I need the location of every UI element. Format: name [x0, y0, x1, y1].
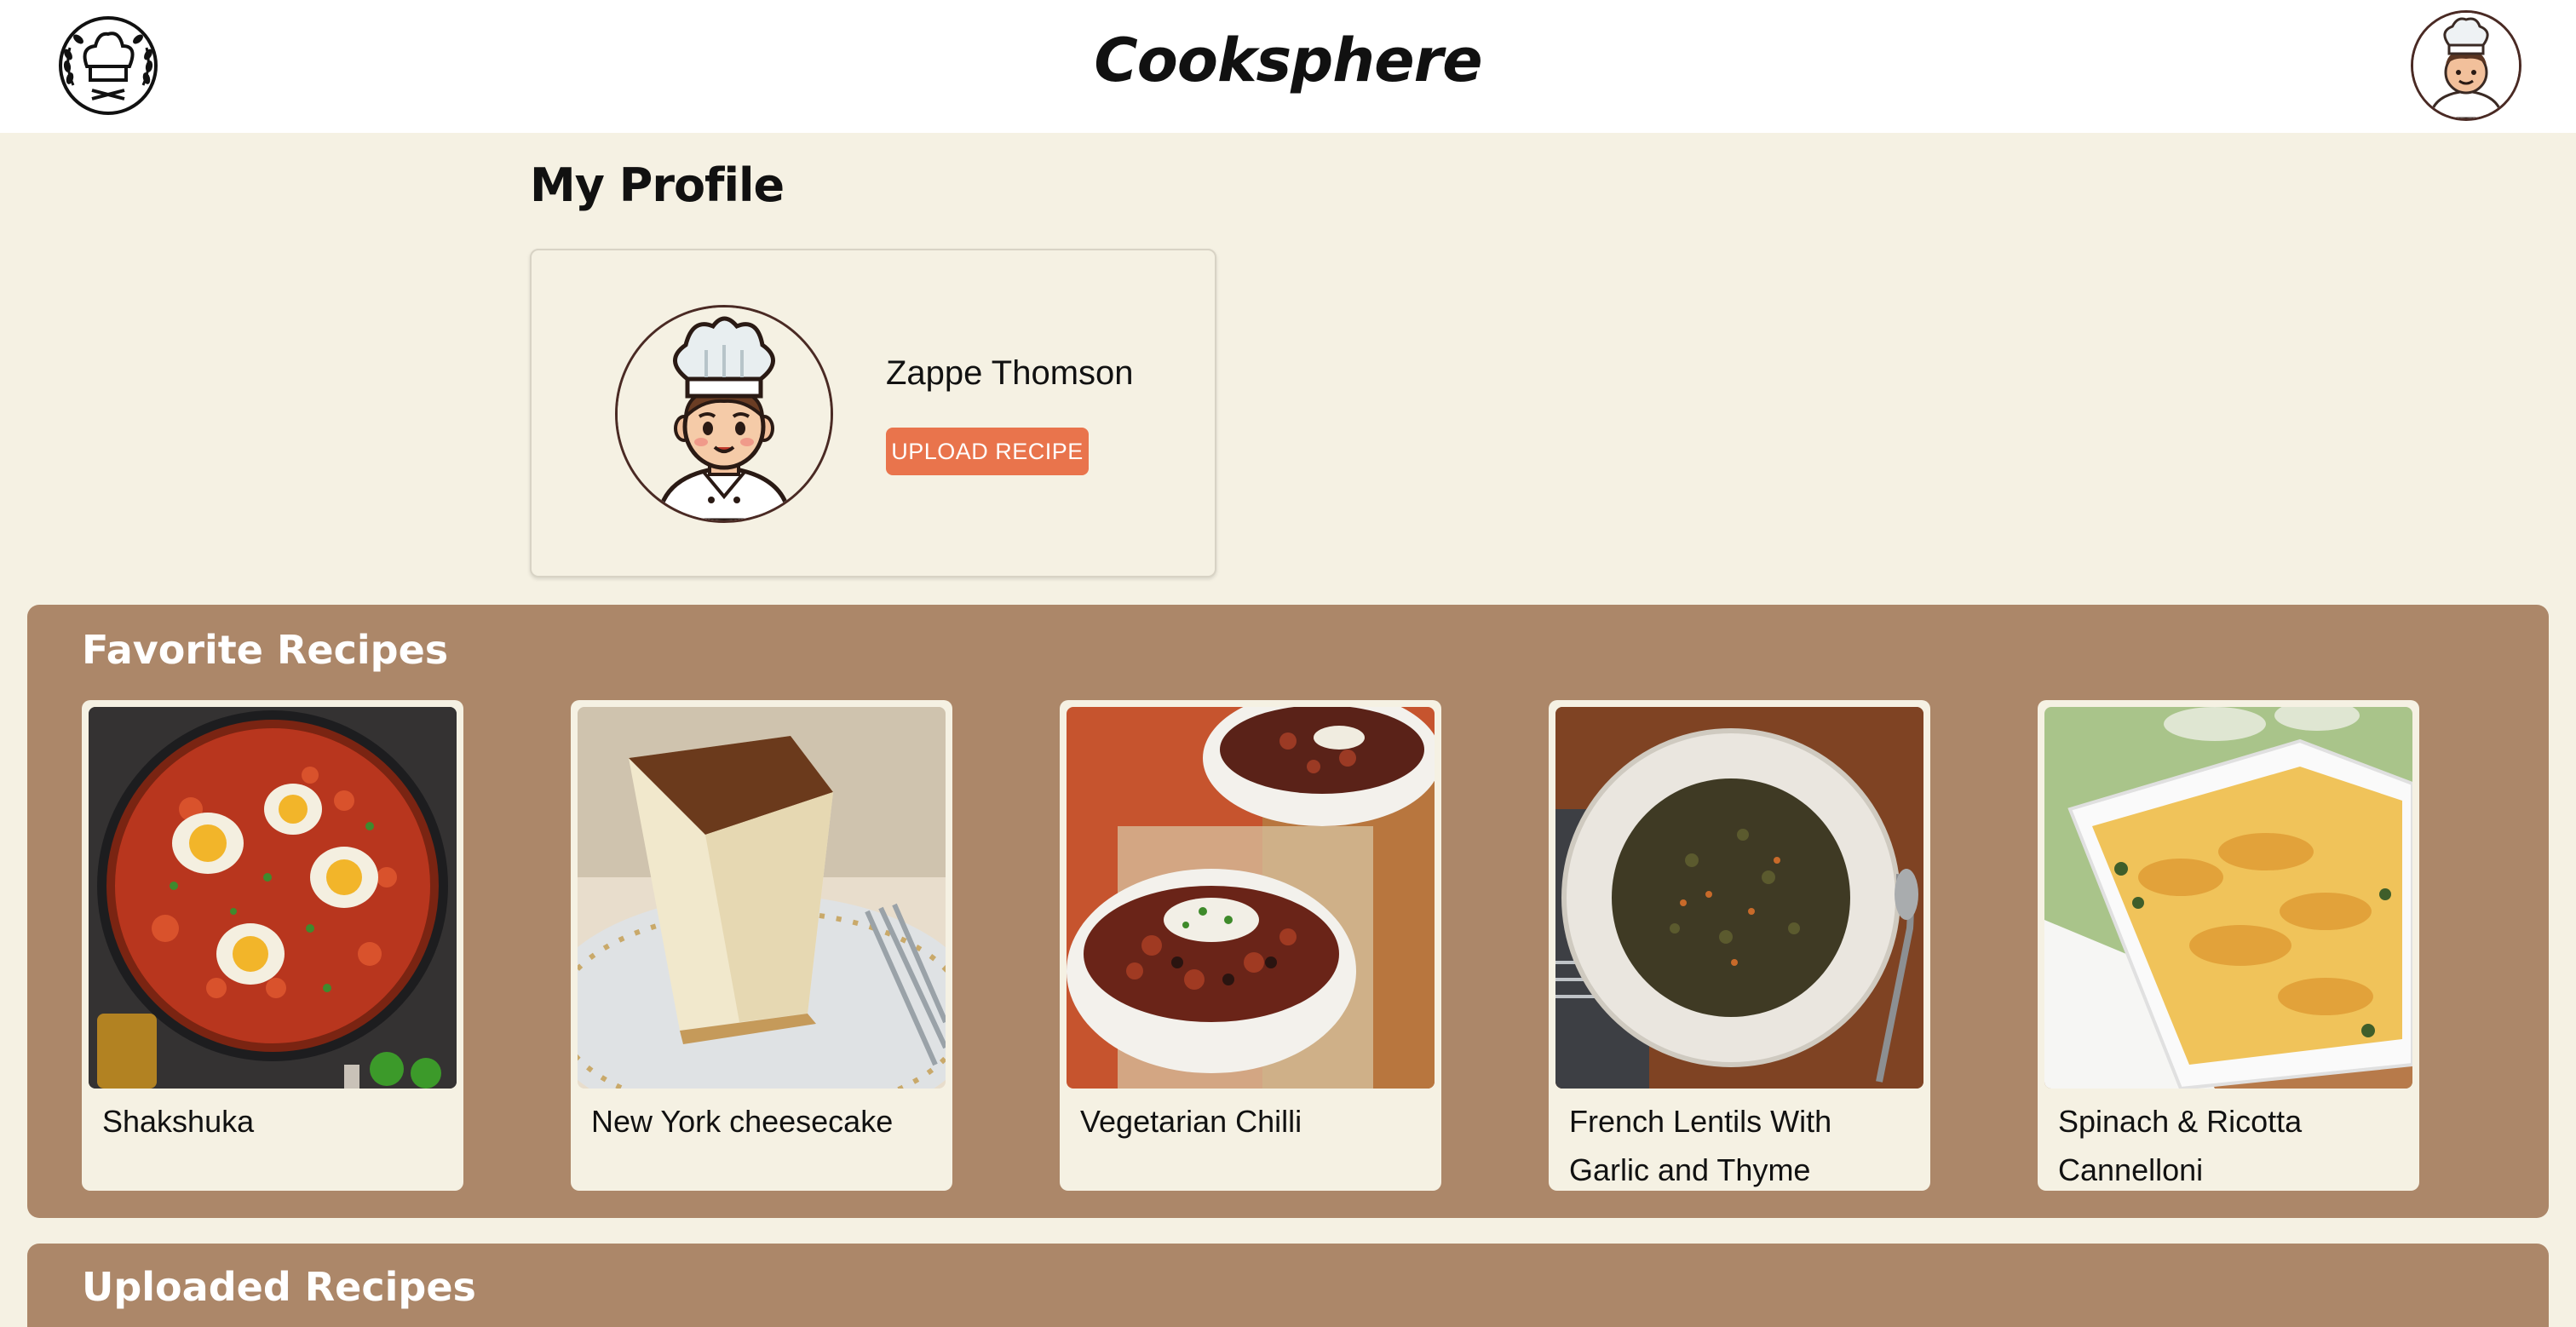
recipe-card[interactable]: Spinach & Ricotta Cannelloni — [2038, 700, 2419, 1191]
app-title[interactable]: Cooksphere — [0, 26, 2576, 95]
page-title: My Profile — [530, 158, 785, 212]
chef-avatar-icon[interactable] — [2411, 10, 2521, 121]
recipe-card[interactable]: French Lentils With Garlic and Thyme — [1549, 700, 1930, 1191]
recipe-name: Vegetarian Chilli — [1080, 1104, 1302, 1139]
favorite-recipes-section: Favorite Recipes Shakshuka New York chee… — [27, 605, 2549, 1218]
section-title: Uploaded Recipes — [82, 1264, 476, 1310]
top-header: Cooksphere — [0, 0, 2576, 133]
profile-card: Zappe Thomson UPLOAD RECIPE — [530, 249, 1216, 577]
upload-recipe-button[interactable]: UPLOAD RECIPE — [886, 428, 1089, 475]
recipe-image — [578, 707, 946, 1089]
recipe-card[interactable]: New York cheesecake — [571, 700, 952, 1191]
recipe-name: French Lentils With Garlic and Thyme — [1569, 1104, 1832, 1187]
section-title: Favorite Recipes — [82, 627, 449, 673]
recipe-image — [1067, 707, 1435, 1089]
recipe-image — [2044, 707, 2412, 1089]
recipe-card[interactable]: Vegetarian Chilli — [1060, 700, 1441, 1191]
recipe-name: New York cheesecake — [591, 1104, 894, 1139]
chef-avatar-icon — [615, 305, 833, 523]
uploaded-recipes-section: Uploaded Recipes — [27, 1244, 2549, 1327]
recipe-image — [89, 707, 457, 1089]
recipe-image — [1555, 707, 1923, 1089]
recipe-name: Spinach & Ricotta Cannelloni — [2058, 1104, 2303, 1187]
profile-name: Zappe Thomson — [886, 354, 1134, 392]
recipe-name: Shakshuka — [102, 1104, 255, 1139]
recipe-card[interactable]: Shakshuka — [82, 700, 463, 1191]
